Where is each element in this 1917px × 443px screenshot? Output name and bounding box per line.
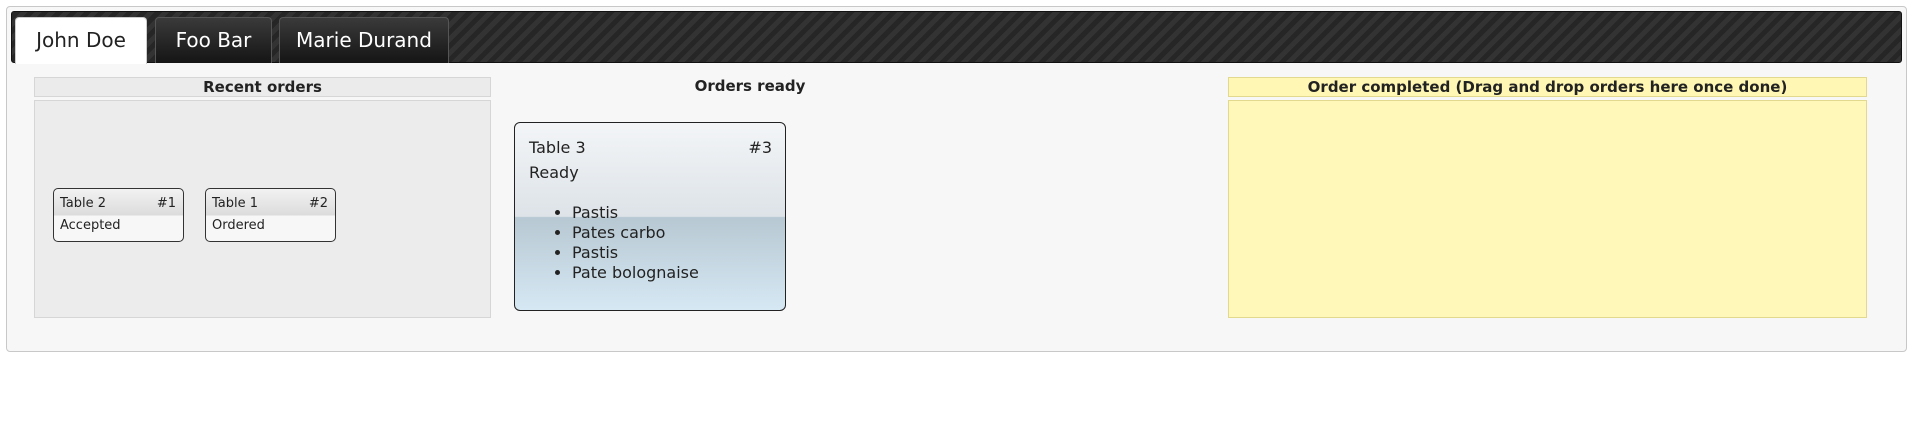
order-items-list: Pastis Pates carbo Pastis Pate bolognais… [529, 203, 699, 283]
order-table: Table 2 [60, 196, 107, 211]
recent-orders-dropzone[interactable]: Table 2 #1 Accepted Table 1 #2 Ordered [34, 100, 491, 318]
orders-ready-header: Orders ready [694, 77, 806, 95]
tab-foo-bar[interactable]: Foo Bar [155, 17, 272, 63]
order-card[interactable]: Table 3 #3 Ready Pastis Pates carbo Past… [514, 122, 786, 311]
order-card[interactable]: Table 1 #2 Ordered [205, 188, 336, 242]
order-item: Pates carbo [572, 223, 699, 243]
order-completed-header: Order completed (Drag and drop orders he… [1228, 77, 1867, 97]
order-completed-dropzone[interactable] [1228, 100, 1867, 318]
orders-ready-dropzone[interactable]: Table 3 #3 Ready Pastis Pates carbo Past… [500, 100, 1000, 318]
order-item: Pate bolognaise [572, 263, 699, 283]
order-number: #3 [748, 138, 772, 157]
order-number: #2 [308, 196, 328, 211]
tab-marie-durand[interactable]: Marie Durand [279, 17, 449, 63]
recent-orders-header: Recent orders [34, 77, 491, 97]
tab-john-doe[interactable]: John Doe [15, 17, 147, 64]
order-card[interactable]: Table 2 #1 Accepted [53, 188, 184, 242]
order-status: Ordered [212, 218, 265, 233]
order-status: Ready [529, 163, 579, 182]
order-status: Accepted [60, 218, 121, 233]
user-tab-bar: John Doe Foo Bar Marie Durand [11, 11, 1902, 64]
order-table: Table 1 [212, 196, 259, 211]
order-table: Table 3 [529, 138, 586, 157]
order-item: Pastis [572, 243, 699, 263]
order-item: Pastis [572, 203, 699, 223]
order-number: #1 [156, 196, 176, 211]
